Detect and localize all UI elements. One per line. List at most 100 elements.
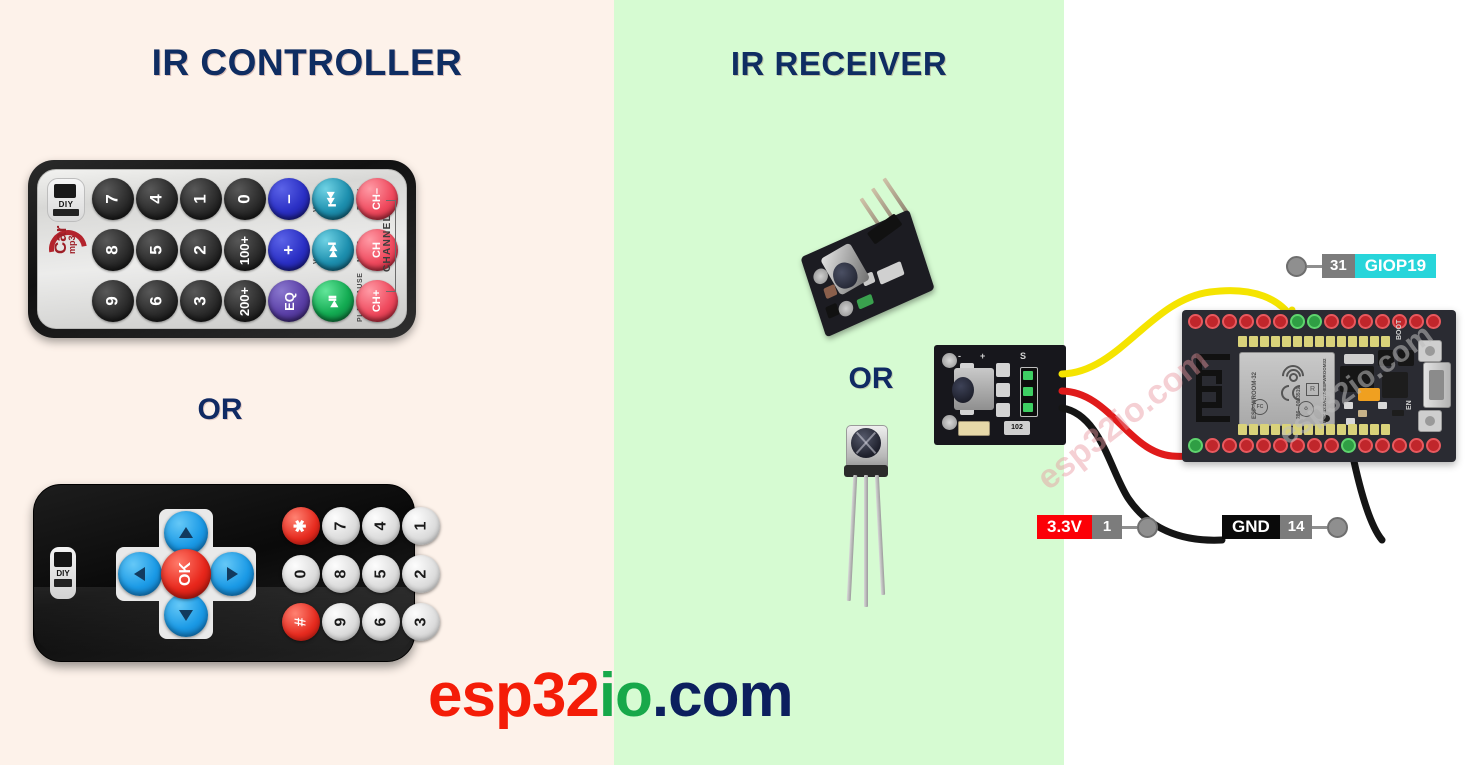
header-pin[interactable] (1426, 438, 1441, 453)
arrow-left-icon (134, 567, 145, 581)
recycle-mark-icon: ♻ (1298, 401, 1314, 417)
key-100plus[interactable]: 100+ (224, 229, 266, 271)
key-label: 8 (332, 569, 349, 579)
header-pin[interactable] (1273, 314, 1288, 329)
pin-signal[interactable] (1023, 371, 1033, 380)
header-pin[interactable] (1358, 438, 1373, 453)
key-7[interactable]: 7 (322, 507, 360, 545)
key-star[interactable]: ✱ (282, 507, 320, 545)
key-4[interactable]: 4 (362, 507, 400, 545)
header-pin[interactable] (1222, 314, 1237, 329)
key-5[interactable]: 5 (362, 555, 400, 593)
header-pin[interactable] (1324, 438, 1339, 453)
capacitor (958, 421, 990, 436)
key-label: ⏯ (322, 294, 342, 308)
key-2[interactable]: 2 (180, 229, 222, 271)
key-1[interactable]: 1 (402, 507, 440, 545)
header-pin[interactable] (1256, 314, 1271, 329)
header-pin[interactable] (1375, 438, 1390, 453)
header-pin[interactable] (1324, 314, 1339, 329)
header-pin[interactable] (1307, 438, 1322, 453)
header-pin[interactable] (1239, 314, 1254, 329)
bare-ir-receiver-tsop (836, 425, 896, 607)
key-volume-down[interactable]: – (268, 178, 310, 220)
key-8[interactable]: 8 (322, 555, 360, 593)
header-pin[interactable] (1358, 314, 1373, 329)
logo-part-1: esp32 (428, 661, 600, 730)
key-volume-up[interactable]: + (268, 229, 310, 271)
key-label: 3 (412, 617, 429, 627)
header-pin[interactable] (1273, 438, 1288, 453)
key-eq[interactable]: EQ (268, 280, 310, 322)
key-200plus[interactable]: 200+ (224, 280, 266, 322)
header-pin[interactable] (1341, 314, 1356, 329)
pin-label-gnd: GND 14 (1222, 514, 1349, 540)
or-label-controller: OR (197, 393, 243, 426)
solder-pad (1348, 424, 1357, 435)
key-8[interactable]: 8 (92, 229, 134, 271)
arrow-right-button[interactable] (210, 552, 254, 596)
key-3[interactable]: 3 (402, 603, 440, 641)
solder-pad (1359, 424, 1368, 435)
smd-component (1344, 402, 1353, 409)
header-pin[interactable] (1205, 438, 1220, 453)
header-pin[interactable] (1205, 314, 1220, 329)
header-pin-gnd[interactable] (1341, 438, 1356, 453)
en-button[interactable] (1418, 410, 1442, 432)
ok-button[interactable]: OK (161, 549, 211, 599)
car-mp3-brand: Car mp3 (41, 222, 95, 300)
arrow-left-button[interactable] (118, 552, 162, 596)
logo-bar (54, 579, 72, 587)
header-pin[interactable] (1188, 314, 1203, 329)
header-pin[interactable] (1375, 314, 1390, 329)
header-pin[interactable] (1392, 438, 1407, 453)
key-1[interactable]: 1 (180, 178, 222, 220)
key-hash[interactable]: # (282, 603, 320, 641)
key-2[interactable]: 2 (402, 555, 440, 593)
key-label: CH+ (371, 289, 383, 313)
pcb-antenna (1196, 354, 1232, 422)
key-0[interactable]: 0 (282, 555, 320, 593)
header-pin[interactable] (1426, 314, 1441, 329)
diy-logo-icon: DIY (50, 547, 76, 599)
key-9[interactable]: 9 (322, 603, 360, 641)
key-6[interactable]: 6 (136, 280, 178, 322)
solder-pad (1260, 336, 1269, 347)
key-label: 200+ (237, 286, 253, 316)
header-pin[interactable] (1409, 314, 1424, 329)
key-label: 4 (372, 521, 389, 531)
key-3[interactable]: 3 (180, 280, 222, 322)
key-label: ⏮ (323, 191, 342, 207)
solder-pad (1315, 336, 1324, 347)
header-pin[interactable] (1409, 438, 1424, 453)
channel-bracket: CHANNEL (372, 200, 402, 292)
key-7[interactable]: 7 (92, 178, 134, 220)
header-pin[interactable] (1290, 438, 1305, 453)
label-connector-dot (1286, 255, 1307, 277)
key-next[interactable]: ⏭ (312, 229, 354, 271)
header-pin[interactable] (1256, 438, 1271, 453)
key-5[interactable]: 5 (136, 229, 178, 271)
logo-part-2: io (598, 661, 653, 730)
key-6[interactable]: 6 (362, 603, 400, 641)
transistor (825, 302, 840, 319)
arrow-down-button[interactable] (164, 593, 208, 637)
micro-usb-port[interactable] (1423, 362, 1451, 408)
header-pin-gpio19[interactable] (1307, 314, 1322, 329)
header-pin-3v3[interactable] (1188, 438, 1203, 453)
solder-pad (1337, 336, 1346, 347)
pin-vcc[interactable] (1023, 387, 1033, 396)
logo-block (54, 552, 72, 567)
header-pin[interactable] (1239, 438, 1254, 453)
key-9[interactable]: 9 (92, 280, 134, 322)
diy-logo-text: DIY (56, 569, 70, 578)
key-prev[interactable]: ⏮ (312, 178, 354, 220)
header-pin[interactable] (1222, 438, 1237, 453)
remote-column-4: 0 100+ 200+ (224, 176, 270, 324)
key-0[interactable]: 0 (224, 178, 266, 220)
header-pin-active[interactable] (1290, 314, 1305, 329)
key-play-pause[interactable]: ⏯ (312, 280, 354, 322)
pin-gnd[interactable] (1023, 403, 1033, 412)
boot-button[interactable] (1418, 340, 1442, 362)
key-4[interactable]: 4 (136, 178, 178, 220)
